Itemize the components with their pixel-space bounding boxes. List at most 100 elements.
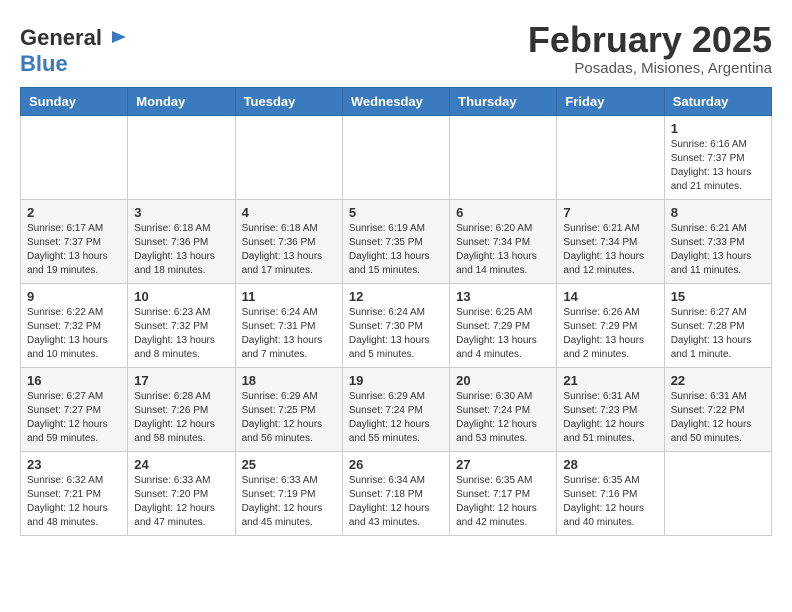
day-number: 8 xyxy=(671,205,765,220)
day-number: 24 xyxy=(134,457,228,472)
logo-icon xyxy=(104,25,130,51)
calendar-cell: 6 Sunrise: 6:20 AM Sunset: 7:34 PM Daylig… xyxy=(450,200,557,284)
day-info: Sunrise: 6:33 AM Sunset: 7:19 PM Dayligh… xyxy=(242,474,336,530)
calendar-cell: 8 Sunrise: 6:21 AM Sunset: 7:33 PM Daylig… xyxy=(664,200,771,284)
day-info: Sunrise: 6:31 AM Sunset: 7:23 PM Dayligh… xyxy=(563,390,657,446)
calendar-cell: 28Sunrise: 6:35 AM Sunset: 7:16 PM Dayli… xyxy=(557,452,664,536)
calendar-cell: 11 Sunrise: 6:24 AM Sunset: 7:31 PM Dayli… xyxy=(235,284,342,368)
day-number: 22 xyxy=(671,373,765,388)
logo-blue: Blue xyxy=(20,51,68,76)
weekday-header: Friday xyxy=(557,88,664,116)
calendar-cell: 16 Sunrise: 6:27 AM Sunset: 7:27 PM Dayli… xyxy=(21,368,128,452)
calendar-cell: 27 Sunrise: 6:35 AM Sunset: 7:17 PM Dayli… xyxy=(450,452,557,536)
calendar-cell: 23 Sunrise: 6:32 AM Sunset: 7:21 PM Dayli… xyxy=(21,452,128,536)
weekday-header: Tuesday xyxy=(235,88,342,116)
location-subtitle: Posadas, Misiones, Argentina xyxy=(528,60,772,77)
calendar-cell: 26 Sunrise: 6:34 AM Sunset: 7:18 PM Dayli… xyxy=(342,452,449,536)
day-number: 10 xyxy=(134,289,228,304)
day-info: Sunrise: 6:29 AM Sunset: 7:24 PM Dayligh… xyxy=(349,390,443,446)
day-number: 25 xyxy=(242,457,336,472)
calendar-cell xyxy=(21,116,128,200)
calendar-cell: 15 Sunrise: 6:27 AM Sunset: 7:28 PM Dayli… xyxy=(664,284,771,368)
calendar-cell: 1 Sunrise: 6:16 AM Sunset: 7:37 PM Daylig… xyxy=(664,116,771,200)
logo-general: General xyxy=(20,25,102,51)
calendar-cell: 14 Sunrise: 6:26 AM Sunset: 7:29 PM Dayli… xyxy=(557,284,664,368)
calendar-week-row: 1 Sunrise: 6:16 AM Sunset: 7:37 PM Daylig… xyxy=(21,116,772,200)
day-info: Sunrise: 6:27 AM Sunset: 7:28 PM Dayligh… xyxy=(671,306,765,362)
day-info: Sunrise: 6:21 AM Sunset: 7:33 PM Dayligh… xyxy=(671,222,765,278)
calendar-cell: 24 Sunrise: 6:33 AM Sunset: 7:20 PM Dayli… xyxy=(128,452,235,536)
day-info: Sunrise: 6:18 AM Sunset: 7:36 PM Dayligh… xyxy=(242,222,336,278)
day-number: 16 xyxy=(27,373,121,388)
calendar-cell: 20 Sunrise: 6:30 AM Sunset: 7:24 PM Dayli… xyxy=(450,368,557,452)
day-info: Sunrise: 6:16 AM Sunset: 7:37 PM Dayligh… xyxy=(671,138,765,194)
weekday-header: Saturday xyxy=(664,88,771,116)
calendar-cell xyxy=(235,116,342,200)
day-info: Sunrise: 6:18 AM Sunset: 7:36 PM Dayligh… xyxy=(134,222,228,278)
calendar-cell xyxy=(450,116,557,200)
weekday-header: Thursday xyxy=(450,88,557,116)
calendar-cell: 22Sunrise: 6:31 AM Sunset: 7:22 PM Dayli… xyxy=(664,368,771,452)
day-info: Sunrise: 6:20 AM Sunset: 7:34 PM Dayligh… xyxy=(456,222,550,278)
logo: General Blue xyxy=(20,25,130,77)
day-number: 13 xyxy=(456,289,550,304)
calendar-cell xyxy=(664,452,771,536)
day-info: Sunrise: 6:35 AM Sunset: 7:17 PM Dayligh… xyxy=(456,474,550,530)
calendar-table: SundayMondayTuesdayWednesdayThursdayFrid… xyxy=(20,87,772,536)
day-info: Sunrise: 6:27 AM Sunset: 7:27 PM Dayligh… xyxy=(27,390,121,446)
calendar-week-row: 16 Sunrise: 6:27 AM Sunset: 7:27 PM Dayli… xyxy=(21,368,772,452)
day-number: 4 xyxy=(242,205,336,220)
calendar-cell: 17Sunrise: 6:28 AM Sunset: 7:26 PM Dayli… xyxy=(128,368,235,452)
day-number: 1 xyxy=(671,121,765,136)
day-number: 14 xyxy=(563,289,657,304)
calendar-week-row: 9 Sunrise: 6:22 AM Sunset: 7:32 PM Daylig… xyxy=(21,284,772,368)
day-info: Sunrise: 6:32 AM Sunset: 7:21 PM Dayligh… xyxy=(27,474,121,530)
calendar-cell: 7 Sunrise: 6:21 AM Sunset: 7:34 PM Daylig… xyxy=(557,200,664,284)
weekday-header-row: SundayMondayTuesdayWednesdayThursdayFrid… xyxy=(21,88,772,116)
calendar-cell: 13 Sunrise: 6:25 AM Sunset: 7:29 PM Dayli… xyxy=(450,284,557,368)
day-number: 15 xyxy=(671,289,765,304)
day-info: Sunrise: 6:25 AM Sunset: 7:29 PM Dayligh… xyxy=(456,306,550,362)
day-info: Sunrise: 6:23 AM Sunset: 7:32 PM Dayligh… xyxy=(134,306,228,362)
day-number: 5 xyxy=(349,205,443,220)
day-number: 23 xyxy=(27,457,121,472)
day-info: Sunrise: 6:28 AM Sunset: 7:26 PM Dayligh… xyxy=(134,390,228,446)
calendar-week-row: 2 Sunrise: 6:17 AM Sunset: 7:37 PM Daylig… xyxy=(21,200,772,284)
day-number: 21 xyxy=(563,373,657,388)
day-number: 20 xyxy=(456,373,550,388)
calendar-cell: 3 Sunrise: 6:18 AM Sunset: 7:36 PM Daylig… xyxy=(128,200,235,284)
day-number: 27 xyxy=(456,457,550,472)
day-info: Sunrise: 6:22 AM Sunset: 7:32 PM Dayligh… xyxy=(27,306,121,362)
calendar-cell: 25 Sunrise: 6:33 AM Sunset: 7:19 PM Dayli… xyxy=(235,452,342,536)
day-info: Sunrise: 6:34 AM Sunset: 7:18 PM Dayligh… xyxy=(349,474,443,530)
calendar-cell: 10 Sunrise: 6:23 AM Sunset: 7:32 PM Dayli… xyxy=(128,284,235,368)
day-number: 18 xyxy=(242,373,336,388)
month-title: February 2025 xyxy=(528,20,772,60)
calendar-cell xyxy=(128,116,235,200)
day-info: Sunrise: 6:24 AM Sunset: 7:31 PM Dayligh… xyxy=(242,306,336,362)
day-number: 2 xyxy=(27,205,121,220)
day-info: Sunrise: 6:29 AM Sunset: 7:25 PM Dayligh… xyxy=(242,390,336,446)
day-number: 9 xyxy=(27,289,121,304)
day-info: Sunrise: 6:30 AM Sunset: 7:24 PM Dayligh… xyxy=(456,390,550,446)
day-number: 6 xyxy=(456,205,550,220)
day-info: Sunrise: 6:19 AM Sunset: 7:35 PM Dayligh… xyxy=(349,222,443,278)
day-number: 19 xyxy=(349,373,443,388)
calendar-cell: 21 Sunrise: 6:31 AM Sunset: 7:23 PM Dayli… xyxy=(557,368,664,452)
page-header: General Blue February 2025 Posadas, Misi… xyxy=(20,20,772,77)
day-number: 26 xyxy=(349,457,443,472)
day-info: Sunrise: 6:17 AM Sunset: 7:37 PM Dayligh… xyxy=(27,222,121,278)
day-number: 3 xyxy=(134,205,228,220)
day-info: Sunrise: 6:21 AM Sunset: 7:34 PM Dayligh… xyxy=(563,222,657,278)
title-block: February 2025 Posadas, Misiones, Argenti… xyxy=(528,20,772,77)
calendar-cell: 18 Sunrise: 6:29 AM Sunset: 7:25 PM Dayli… xyxy=(235,368,342,452)
calendar-cell: 4 Sunrise: 6:18 AM Sunset: 7:36 PM Daylig… xyxy=(235,200,342,284)
day-info: Sunrise: 6:26 AM Sunset: 7:29 PM Dayligh… xyxy=(563,306,657,362)
calendar-week-row: 23 Sunrise: 6:32 AM Sunset: 7:21 PM Dayli… xyxy=(21,452,772,536)
day-number: 11 xyxy=(242,289,336,304)
calendar-cell: 2 Sunrise: 6:17 AM Sunset: 7:37 PM Daylig… xyxy=(21,200,128,284)
day-info: Sunrise: 6:33 AM Sunset: 7:20 PM Dayligh… xyxy=(134,474,228,530)
weekday-header: Monday xyxy=(128,88,235,116)
day-number: 7 xyxy=(563,205,657,220)
weekday-header: Sunday xyxy=(21,88,128,116)
